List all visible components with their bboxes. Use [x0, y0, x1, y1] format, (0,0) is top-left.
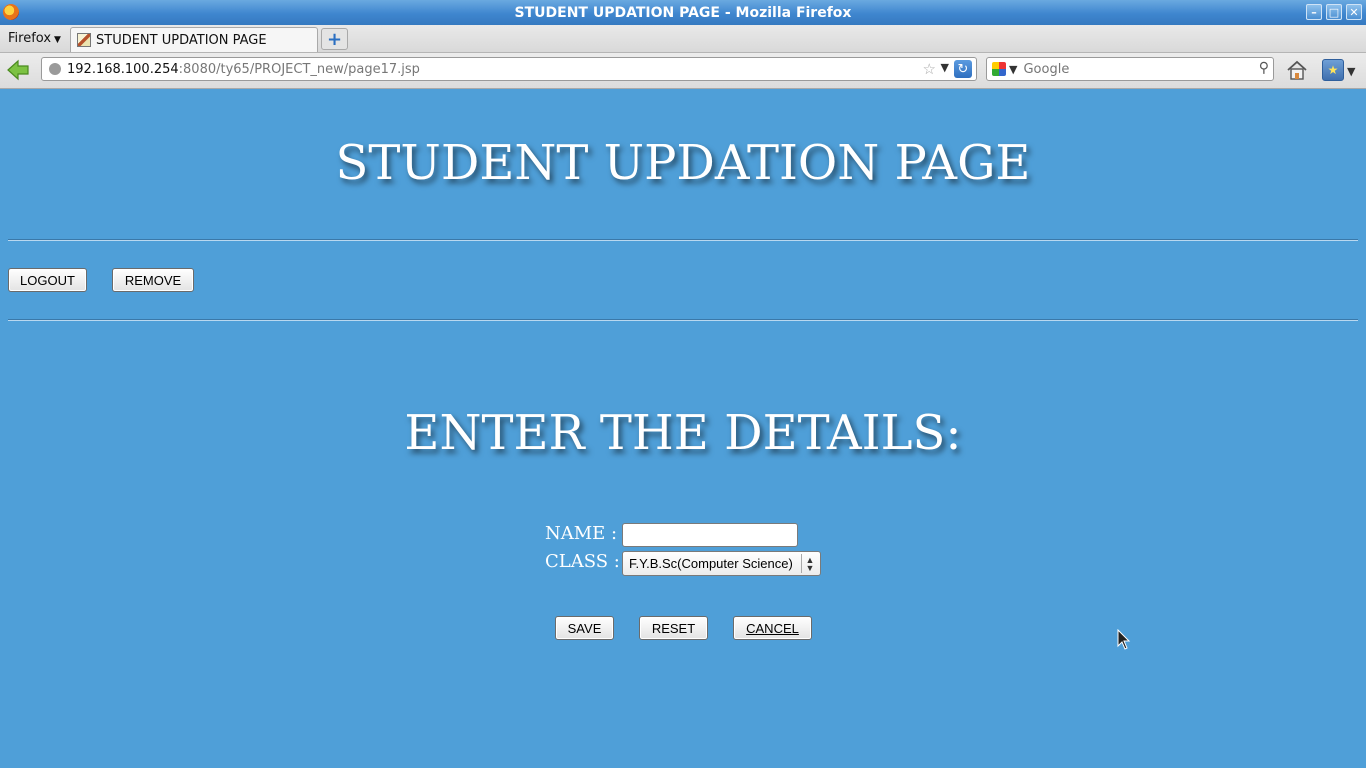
- class-label: CLASS :: [545, 551, 620, 572]
- search-engine-dropdown-icon[interactable]: ▼: [1009, 63, 1017, 76]
- page-title: STUDENT UPDATION PAGE: [335, 135, 1031, 191]
- name-input[interactable]: [622, 523, 798, 547]
- firefox-menu-label: Firefox: [8, 31, 52, 46]
- reset-button[interactable]: RESET: [639, 616, 708, 640]
- divider-bottom: [8, 319, 1358, 321]
- page-content: STUDENT UPDATION PAGE LOGOUT REMOVE ENTE…: [0, 89, 1366, 768]
- back-button[interactable]: [6, 58, 30, 82]
- page-favicon-icon: [77, 33, 91, 47]
- search-bar[interactable]: ▼ ⚲: [986, 57, 1274, 81]
- url-bar[interactable]: 192.168.100.254:8080/ty65/PROJECT_new/pa…: [41, 57, 977, 81]
- browser-tab-title: STUDENT UPDATION PAGE: [96, 32, 267, 48]
- remove-button[interactable]: REMOVE: [112, 268, 194, 292]
- url-host: 192.168.100.254: [67, 61, 179, 77]
- divider-top: [8, 239, 1358, 241]
- window-titlebar: STUDENT UPDATION PAGE - Mozilla Firefox …: [0, 0, 1366, 26]
- chevron-down-icon: ▼: [54, 35, 61, 45]
- browser-tab[interactable]: STUDENT UPDATION PAGE: [70, 27, 318, 52]
- save-button[interactable]: SAVE: [555, 616, 614, 640]
- logout-button[interactable]: LOGOUT: [8, 268, 87, 292]
- maximize-icon[interactable]: □: [1326, 4, 1342, 20]
- new-tab-button[interactable]: +: [321, 28, 348, 50]
- bookmarks-star-icon: ★: [1327, 63, 1339, 77]
- cancel-button[interactable]: CANCEL: [733, 616, 812, 640]
- url-path: :8080/ty65/PROJECT_new/page17.jsp: [178, 61, 420, 77]
- class-selected-value: F.Y.B.Sc(Computer Science): [629, 556, 793, 571]
- bookmarks-button[interactable]: ★: [1322, 59, 1344, 81]
- details-heading: ENTER THE DETAILS:: [404, 405, 962, 461]
- url-history-dropdown-icon[interactable]: ▼: [941, 61, 949, 74]
- home-icon: [1287, 60, 1307, 80]
- minimize-icon[interactable]: –: [1306, 4, 1322, 20]
- bookmark-star-icon[interactable]: ☆: [923, 60, 936, 78]
- search-input[interactable]: [1023, 61, 1244, 77]
- window-controls: – □ ✕: [1306, 4, 1362, 20]
- site-identity-icon[interactable]: [49, 63, 61, 75]
- class-select[interactable]: F.Y.B.Sc(Computer Science) ▲ ▼: [622, 551, 821, 576]
- firefox-logo-icon: [3, 4, 19, 20]
- window-title: STUDENT UPDATION PAGE - Mozilla Firefox: [514, 4, 852, 21]
- plus-icon: +: [326, 28, 343, 50]
- home-button[interactable]: [1285, 58, 1309, 82]
- close-icon[interactable]: ✕: [1346, 4, 1362, 20]
- reload-icon[interactable]: ↻: [954, 60, 972, 78]
- firefox-menu-button[interactable]: Firefox ▼: [8, 31, 61, 46]
- bookmarks-dropdown-icon[interactable]: ▼: [1347, 65, 1355, 78]
- mouse-pointer-icon: [1117, 629, 1131, 650]
- back-arrow-icon: [7, 59, 29, 81]
- name-label: NAME :: [545, 523, 618, 544]
- tab-strip: Firefox ▼ STUDENT UPDATION PAGE +: [0, 25, 1366, 53]
- navigation-toolbar: 192.168.100.254:8080/ty65/PROJECT_new/pa…: [0, 53, 1366, 89]
- search-icon[interactable]: ⚲: [1259, 60, 1269, 76]
- select-arrows-icon: ▲ ▼: [801, 554, 818, 573]
- search-engine-icon[interactable]: [992, 62, 1006, 76]
